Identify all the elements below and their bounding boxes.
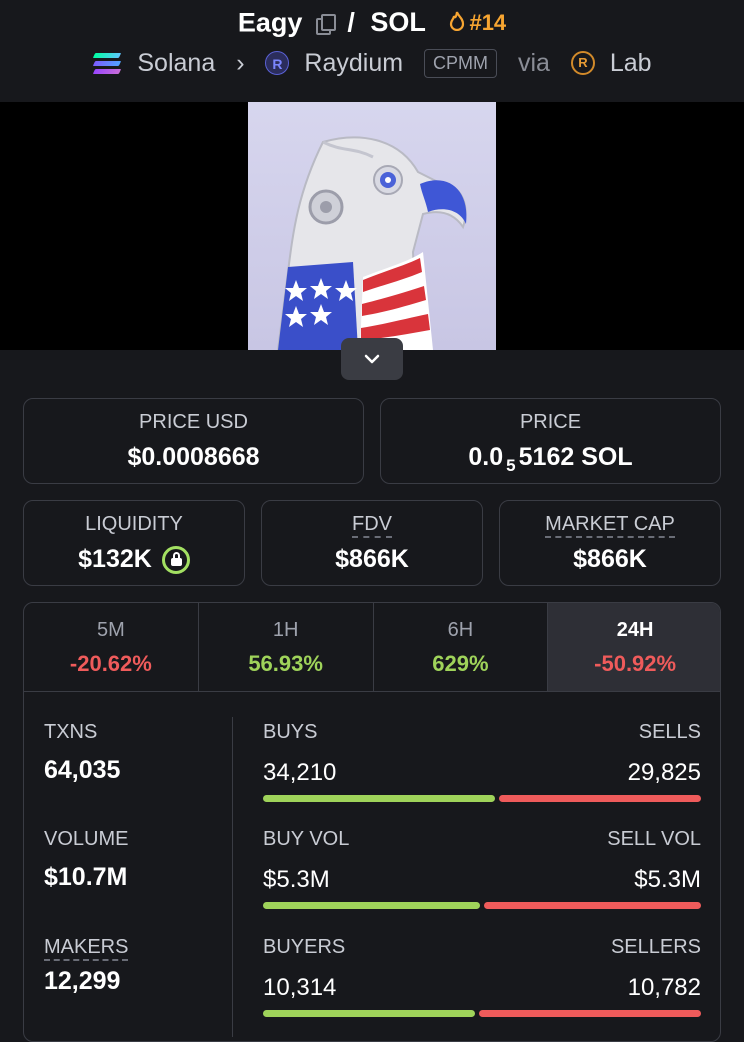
dex-link[interactable]: Raydium [304,49,403,77]
makers-label[interactable]: MAKERS [44,936,129,961]
sell-vol-bar [484,902,701,909]
liquidity-value-row: $132K [24,545,244,575]
buy-vol-label: BUY VOL [263,828,350,850]
price-native-label: PRICE [519,411,582,433]
makers-value: 12,299 [44,967,121,995]
price-zero-count: 5 [506,456,516,475]
fire-icon [450,11,465,32]
price-usd-label: PRICE USD [139,411,248,433]
lock-icon[interactable] [161,546,190,575]
tab-change: 629% [432,651,489,676]
stats-divider [232,717,233,1037]
tab-5m[interactable]: 5M -20.62% [24,603,199,691]
liquidity-card: LIQUIDITY $132K [23,500,245,586]
price-native-value: 0.0 5 5162 SOL [381,443,720,476]
market-cap-card: MARKET CAP $866K [499,500,721,586]
chevron-down-icon [364,354,380,364]
market-cap-label[interactable]: MARKET CAP [545,513,675,538]
tab-change: -50.92% [594,651,677,676]
solana-logo-icon [92,52,122,75]
sell-vol-label: SELL VOL [607,828,701,850]
via-label: via [517,48,550,77]
txns-value: 64,035 [44,756,121,784]
tab-label: 1H [272,619,299,641]
price-native-card: PRICE 0.0 5 5162 SOL [380,398,721,484]
quote-token: SOL [370,7,426,38]
stats-panel: 5M -20.62% 1H 56.93% 6H 629% 24H -50.92%… [23,602,721,1042]
buyers-label: BUYERS [263,936,346,958]
buyers-bar [263,1010,475,1017]
pool-type-badge: CPMM [424,48,498,78]
pair-header: Eagy / SOL #14 Solana › R Raydium CPMM v… [0,0,744,102]
makers-metric: MAKERS 12,299 [44,936,129,996]
sellers-bar [479,1010,701,1017]
price-usd-card: PRICE USD $0.0008668 [23,398,364,484]
fdv-label[interactable]: FDV [352,513,392,538]
pair-title: Eagy / SOL #14 [0,6,744,38]
chevron-right-icon: › [236,48,245,77]
buy-vol-bar [263,902,480,909]
tab-1h[interactable]: 1H 56.93% [199,603,374,691]
price-usd-value: $0.0008668 [127,443,260,471]
txns-label: TXNS [44,721,98,743]
sells-bar [499,795,701,802]
expand-button[interactable] [341,338,403,380]
liquidity-label: LIQUIDITY [85,513,183,535]
sells-value: 29,825 [627,759,701,786]
tab-label: 24H [616,619,654,641]
token-banner [0,102,744,350]
tab-6h[interactable]: 6H 629% [374,603,549,691]
txns-metric: TXNS 64,035 [44,721,120,785]
volume-value: $10.7M [44,863,128,891]
sell-vol-value: $5.3M [634,866,701,893]
tab-change: -20.62% [69,651,152,676]
tab-24h[interactable]: 24H -50.92% [548,603,720,691]
fdv-label-row: FDV [262,513,482,538]
tab-label: 6H [447,619,474,641]
raydium-logo-icon: R [265,51,290,76]
buy-vol-value: $5.3M [263,866,330,893]
sellers-label: SELLERS [610,936,701,958]
sellers-value: 10,782 [627,974,701,1001]
sells-label: SELLS [638,721,701,743]
tab-label: 5M [96,619,125,641]
volume-metric: VOLUME $10.7M [44,828,128,892]
buys-bar [263,795,495,802]
volume-label: VOLUME [44,828,129,850]
rank-label: #14 [469,10,507,36]
pair-separator: / [347,7,355,38]
launchpad-link[interactable]: Lab [610,49,652,77]
copy-icon[interactable] [315,13,336,35]
price-suffix: 5162 SOL [518,443,633,471]
makers-label-row: MAKERS [44,936,129,961]
buyers-value: 10,314 [263,974,337,1001]
buys-label: BUYS [263,721,318,743]
pair-breadcrumb: Solana › R Raydium CPMM via R Lab [0,48,744,78]
token-name: Eagy [237,7,303,38]
market-cap-label-row: MARKET CAP [500,513,720,538]
buys-value: 34,210 [263,759,337,786]
fdv-value: $866K [335,545,409,573]
price-prefix: 0.0 [468,443,504,471]
lab-logo-icon: R [570,51,595,76]
tab-change: 56.93% [248,651,323,676]
market-cap-value: $866K [573,545,647,573]
timeframe-tabs: 5M -20.62% 1H 56.93% 6H 629% 24H -50.92% [24,603,720,692]
chain-link[interactable]: Solana [137,49,215,77]
token-image [248,102,496,350]
fdv-card: FDV $866K [261,500,483,586]
liquidity-value: $132K [78,545,152,573]
trending-rank[interactable]: #14 [449,9,507,36]
